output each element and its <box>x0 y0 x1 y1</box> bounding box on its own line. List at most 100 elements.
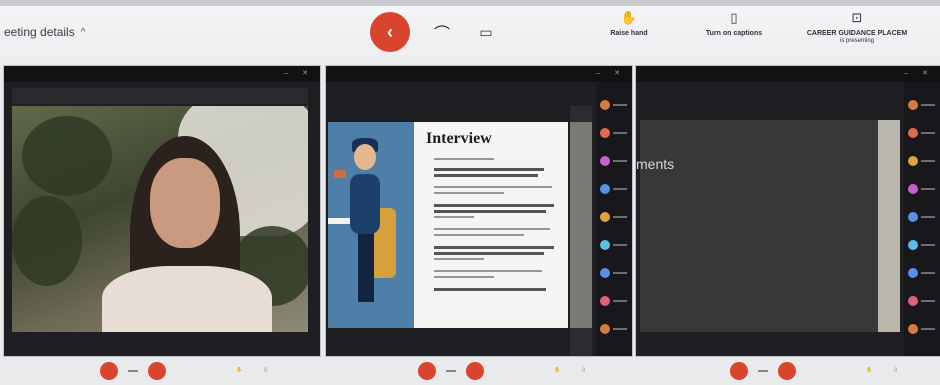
captions-icon: ▯ <box>730 10 738 25</box>
presenter-indicator[interactable]: ⊡ CAREER GUIDANCE PLACEM is presenting <box>794 10 920 44</box>
slide-text-line <box>434 216 474 218</box>
presentation-slide: Interview <box>328 122 568 328</box>
slide-grey-strip <box>570 122 592 328</box>
slide-title: Interview <box>426 130 492 147</box>
slide-text-line <box>434 246 554 249</box>
participant-name <box>921 328 935 330</box>
leave-call-button[interactable]: ‹ <box>370 12 410 52</box>
camera-off-button[interactable] <box>778 361 796 380</box>
participant-name <box>613 216 627 218</box>
raise-hand-mini-icon[interactable]: ✋ <box>554 367 560 374</box>
screen-3-controls: ✋ ▯ <box>730 356 940 385</box>
screen-header: – ✕ <box>4 66 320 82</box>
participant-body <box>102 266 272 332</box>
microphone-icon: ⌒ <box>433 26 450 43</box>
participant-video <box>12 106 308 332</box>
participant-avatar[interactable] <box>600 128 610 138</box>
screen-header: – ✕ <box>636 66 940 82</box>
participant-name <box>921 104 935 106</box>
presenter-status: is presenting <box>839 38 875 44</box>
camera-button[interactable]: ▭ <box>472 18 500 46</box>
top-edge <box>0 0 940 6</box>
participant-avatar[interactable] <box>600 296 610 306</box>
slide-text-line <box>434 192 504 194</box>
participant-avatar[interactable] <box>600 324 610 334</box>
screen-header: – ✕ <box>326 66 632 82</box>
background-tree <box>12 196 82 286</box>
meeting-details-label: eeting details <box>4 25 75 39</box>
participant-avatar[interactable] <box>600 100 610 110</box>
slide-text-line <box>434 252 544 255</box>
participant-avatar[interactable] <box>600 240 610 250</box>
raise-hand-button[interactable]: ✋ Raise hand <box>604 10 654 37</box>
captions-label: Turn on captions <box>705 30 763 37</box>
figure-torso <box>350 174 380 234</box>
participant-avatar[interactable] <box>908 156 918 166</box>
slide-text-line <box>434 168 544 171</box>
slide-text-line <box>434 174 538 177</box>
mic-off-button[interactable] <box>100 361 118 380</box>
desk-shape <box>328 218 352 224</box>
participant-avatar[interactable] <box>908 324 918 334</box>
camera-window-bar <box>12 88 308 104</box>
window-controls[interactable]: – ✕ <box>284 69 314 77</box>
participant-list <box>904 82 940 356</box>
participant-avatar[interactable] <box>600 268 610 278</box>
participant-avatar[interactable] <box>600 184 610 194</box>
captions-mini-icon[interactable]: ▯ <box>582 367 585 374</box>
slide-text-line <box>434 186 552 188</box>
captions-button[interactable]: ▯ Turn on captions <box>694 10 774 37</box>
slide-illustration <box>328 122 414 328</box>
shared-overlay-text: ments <box>636 156 675 172</box>
participant-avatar[interactable] <box>908 296 918 306</box>
participant-avatar[interactable] <box>908 184 918 194</box>
camera-off-button[interactable] <box>466 361 484 380</box>
screen-1-controls: ✋ ▯ <box>100 356 330 385</box>
participant-name <box>613 272 627 274</box>
captions-mini-icon[interactable]: ▯ <box>264 367 267 374</box>
participant-name <box>613 188 627 190</box>
slide-text-line <box>434 234 524 236</box>
slide-text-line <box>434 276 494 278</box>
raise-hand-mini-icon[interactable]: ✋ <box>866 367 872 374</box>
raise-hand-label: Raise hand <box>610 30 648 37</box>
camera-off-button[interactable] <box>148 361 166 380</box>
participant-name <box>613 132 627 134</box>
slide-text-line <box>434 158 494 160</box>
participant-avatar[interactable] <box>908 212 918 222</box>
participant-avatar[interactable] <box>600 156 610 166</box>
participant-name <box>921 188 935 190</box>
microphone-button[interactable]: ⌒ <box>428 18 456 46</box>
participant-name <box>921 244 935 246</box>
meeting-details-toggle[interactable]: eeting details ^ <box>4 25 85 39</box>
meeting-topbar: eeting details ^ ‹ ⌒ ▭ ✋ Raise hand ▯ Tu… <box>0 0 940 66</box>
mic-off-button[interactable] <box>730 361 748 380</box>
participant-name <box>921 300 935 302</box>
participant-avatar[interactable] <box>908 100 918 110</box>
present-icon: ⊡ <box>851 10 863 25</box>
raise-hand-mini-icon[interactable]: ✋ <box>236 367 242 374</box>
participant-avatar[interactable] <box>908 240 918 250</box>
slide-text-line <box>434 288 546 291</box>
mic-off-button[interactable] <box>418 361 436 380</box>
participant-avatar[interactable] <box>600 212 610 222</box>
participant-name <box>613 244 627 246</box>
participant-avatar[interactable] <box>908 128 918 138</box>
figure-head <box>354 144 376 170</box>
monitor-slide-view: – ✕ Interview <box>326 66 632 356</box>
slide-text-line <box>434 228 550 230</box>
separator <box>758 369 768 372</box>
separator <box>128 369 138 372</box>
captions-mini-icon[interactable]: ▯ <box>894 367 897 374</box>
participant-avatar[interactable] <box>908 268 918 278</box>
figure-legs <box>358 232 374 302</box>
participant-list <box>596 82 632 356</box>
participant-face <box>150 158 220 248</box>
participant-name <box>613 104 627 106</box>
participant-name <box>613 160 627 162</box>
window-controls[interactable]: – ✕ <box>596 69 626 77</box>
monitor-camera-view: – ✕ <box>4 66 320 356</box>
phone-hangup-icon: ‹ <box>387 21 393 42</box>
screen-2-controls: ✋ ▯ <box>418 356 638 385</box>
window-controls[interactable]: – ✕ <box>904 69 934 77</box>
